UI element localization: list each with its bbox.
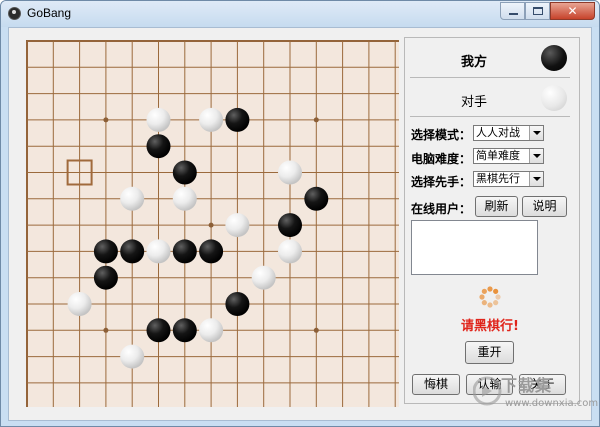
white-stone [199,318,224,343]
window-title: GoBang [27,6,72,20]
me-stone [541,45,567,71]
spinner-dot [479,294,485,300]
white-stone [146,107,171,132]
close-icon: ✕ [567,4,578,18]
spinner-dot [481,300,487,306]
me-label: 我方 [461,55,488,70]
gobang-window: GoBang ✕ 我方 对手 选择模式： 人人对战 电脑难度： 简单难度 选择先… [0,0,600,427]
black-stone [93,265,118,290]
difficulty-label: 电脑难度： [411,152,472,166]
title-bar[interactable]: GoBang ✕ [1,1,599,27]
white-stone [120,186,145,211]
star-point [103,327,109,333]
spinner-dot [493,288,499,294]
minimize-icon [509,13,518,15]
black-stone [120,239,145,264]
window-controls: ✕ [500,2,595,21]
game-board[interactable] [9,30,399,407]
star-point [313,327,319,333]
separator [410,116,570,117]
star-point [103,117,109,123]
black-stone [172,160,197,185]
mode-select[interactable]: 人人对战 [473,125,544,141]
white-stone [278,160,302,185]
white-stone [225,213,250,238]
difficulty-value: 简单难度 [476,149,520,162]
white-stone [172,186,197,211]
spinner-dot [495,294,501,300]
black-stone [93,239,118,264]
first-move-label: 选择先手： [411,175,472,189]
black-stone [172,318,197,343]
black-stone [172,239,197,264]
black-stone [225,292,250,316]
separator [410,77,570,78]
white-stone [199,107,224,132]
maximize-icon [533,7,543,15]
chevron-down-icon [529,172,543,186]
white-stone [120,344,145,369]
white-stone [278,239,302,264]
refresh-button[interactable]: 刷新 [475,196,518,217]
online-users-list[interactable] [411,220,538,275]
black-stone [278,213,302,238]
loading-spinner-icon [479,286,501,308]
restart-button[interactable]: 重开 [465,341,514,364]
maximize-button[interactable] [525,2,550,20]
spinner-dot [487,286,493,292]
mode-label: 选择模式： [411,128,472,142]
black-stone [225,107,250,132]
help-button[interactable]: 说明 [522,196,567,217]
minimize-button[interactable] [500,2,525,20]
black-stone [304,186,329,211]
undo-button[interactable]: 悔棋 [412,374,460,395]
opponent-stone [541,85,567,111]
first-move-value: 黑棋先行 [476,172,520,185]
opponent-label: 对手 [461,95,488,110]
app-icon [8,7,21,20]
difficulty-select[interactable]: 简单难度 [473,148,544,164]
star-point [313,117,319,123]
mode-value: 人人对战 [476,126,520,139]
online-users-label: 在线用户： [411,202,472,216]
spinner-dot [481,288,487,294]
white-stone [251,265,276,290]
status-text: 请黑棋行! [461,319,519,334]
white-stone [67,292,92,316]
black-stone [146,134,171,159]
black-stone [199,239,224,264]
watermark-text: 下载集 [501,376,553,395]
chevron-down-icon [529,149,543,163]
black-stone [146,318,171,343]
chevron-down-icon [529,126,543,140]
star-point [208,222,214,228]
first-move-select[interactable]: 黑棋先行 [473,171,544,187]
watermark-url: www.downxia.com [505,398,599,409]
white-stone [146,239,171,264]
spinner-dot [487,302,493,308]
spinner-dot [493,300,499,306]
close-button[interactable]: ✕ [550,2,595,20]
